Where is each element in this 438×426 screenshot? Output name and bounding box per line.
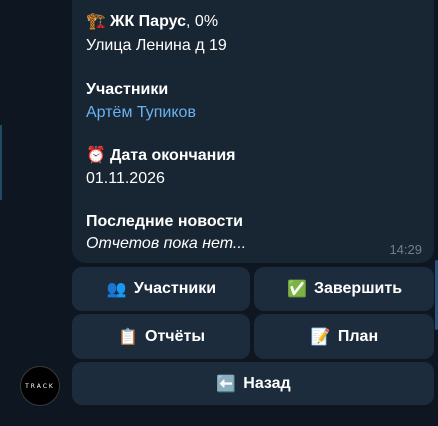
project-progress: , 0% — [186, 13, 219, 30]
bot-avatar[interactable]: TRACK — [20, 366, 60, 406]
participants-button-label: Участники — [133, 280, 217, 297]
deadline-heading-line: ⏰ Дата окончания — [86, 146, 236, 166]
back-arrow-icon: ⬅️ — [216, 375, 237, 393]
deadline-heading: Дата окончания — [110, 147, 236, 164]
participants-button[interactable]: 👥 Участники — [72, 267, 250, 311]
project-title-line: 🏗️ ЖК Парус, 0% — [86, 12, 218, 32]
check-mark-icon: ✅ — [287, 281, 307, 298]
construction-crane-icon: 🏗️ — [86, 13, 106, 30]
people-icon: 👥 — [106, 281, 127, 298]
project-name: ЖК Парус — [110, 13, 187, 30]
message-time: 14:29 — [389, 242, 422, 257]
reports-button[interactable]: 📋 Отчёты — [72, 314, 250, 359]
finish-button[interactable]: ✅ Завершить — [254, 267, 434, 311]
reports-button-label: Отчёты — [145, 327, 205, 345]
plan-button-label: План — [337, 327, 379, 345]
alarm-clock-icon: ⏰ — [86, 147, 106, 164]
message-bubble: 🏗️ ЖК Парус, 0% Улица Ленина д 19 Участни… — [72, 0, 434, 263]
participant-link[interactable]: Артём Тупиков — [86, 103, 196, 123]
back-button[interactable]: ⬅️ Назад — [72, 362, 434, 405]
clipboard-icon: 📋 — [118, 328, 138, 346]
bot-avatar-text: TRACK — [25, 382, 55, 390]
participants-heading: Участники — [86, 81, 169, 98]
finish-button-label: Завершить — [313, 280, 403, 297]
back-button-label: Назад — [243, 374, 291, 392]
plan-button[interactable]: 📝 План — [254, 314, 434, 359]
chat-list-edge — [0, 125, 2, 200]
news-text: Отчетов пока нет... — [86, 235, 247, 252]
memo-icon: 📝 — [310, 328, 331, 346]
news-heading: Последние новости — [86, 213, 244, 230]
project-address: Улица Ленина д 19 — [86, 37, 227, 54]
deadline-date: 01.11.2026 — [86, 170, 165, 187]
